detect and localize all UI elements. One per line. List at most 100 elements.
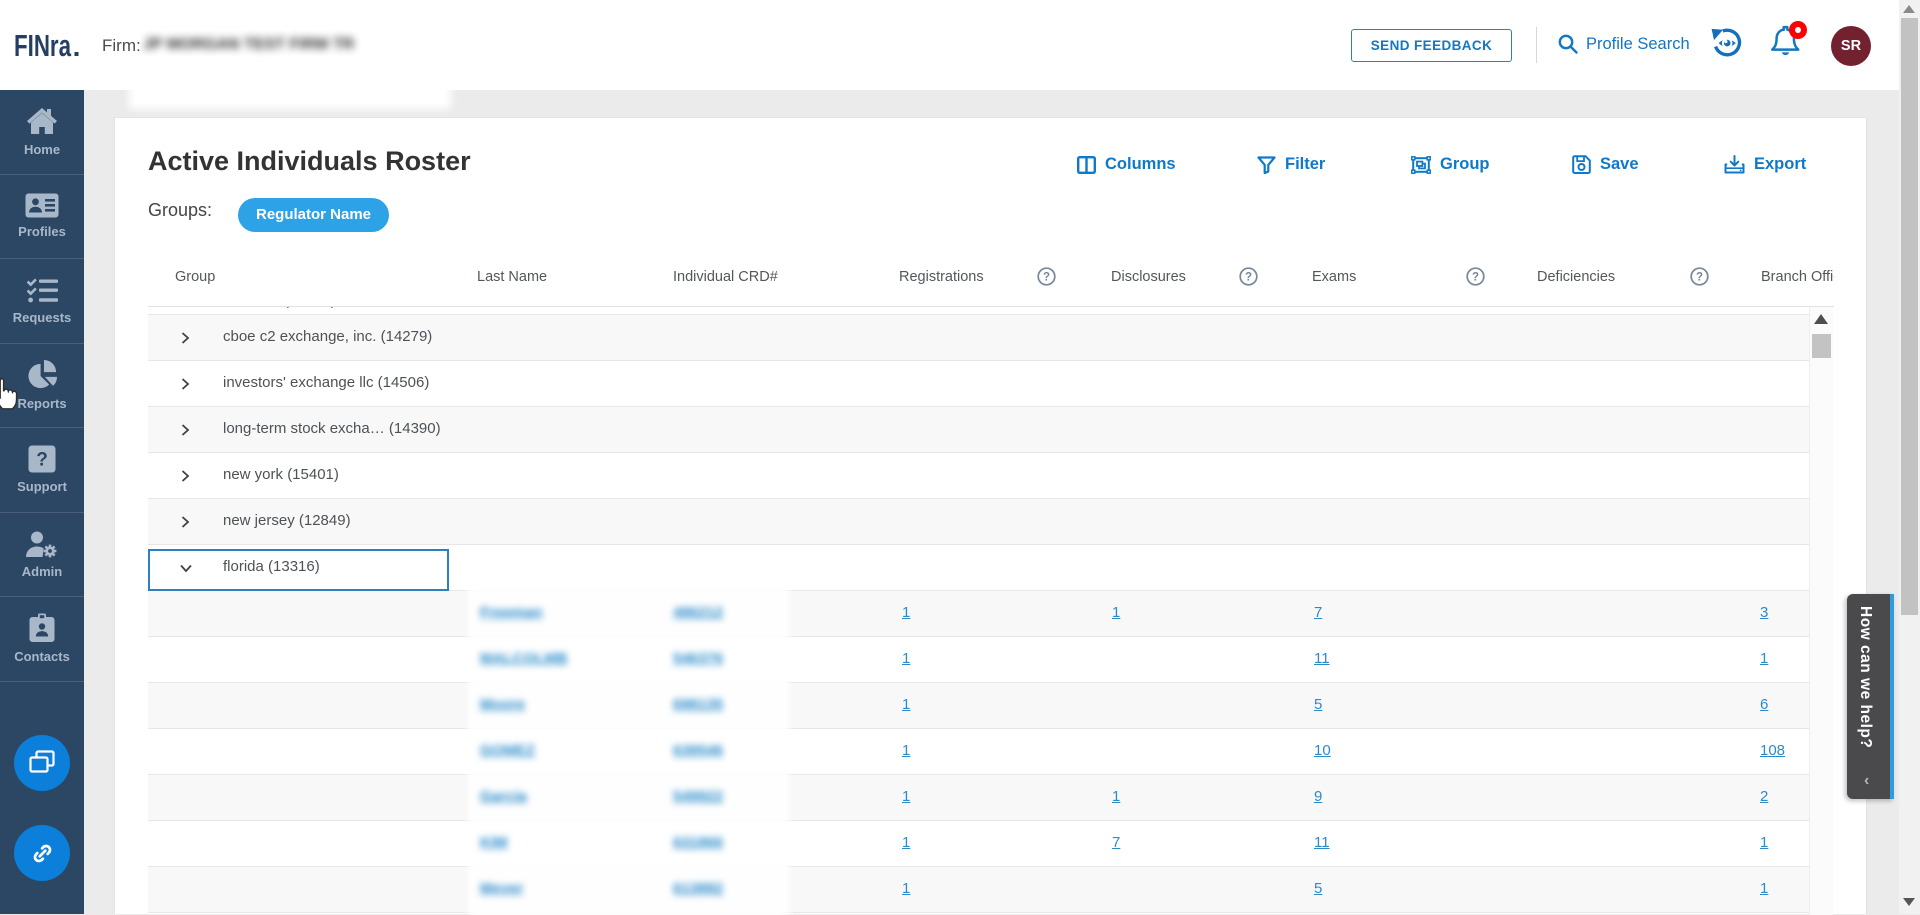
help-circle-icon[interactable]: ? [1466,267,1485,286]
branch-offices-link[interactable]: 3 [1760,604,1768,621]
group-row[interactable]: investors' exchange llc (14506) [148,361,1809,407]
chevron-right-icon[interactable] [179,470,191,482]
toolbar-filter-button[interactable]: Filter [1257,155,1325,174]
profile-search-button[interactable]: Profile Search [1557,33,1690,55]
person-row[interactable]: KIM63186617111 [148,821,1809,867]
question-square-icon: ? [28,445,56,473]
exams-link[interactable]: 10 [1314,742,1331,759]
toolbar-group-button[interactable]: Group [1411,155,1490,174]
sidebar-item-profiles[interactable]: Profiles [0,175,84,260]
sidebar-item-home[interactable]: Home [0,90,84,175]
help-circle-icon[interactable]: ? [1037,267,1056,286]
sidebar-item-support[interactable]: ?Support [0,428,84,513]
page-scroll-up-arrow[interactable] [1903,5,1915,13]
exams-link[interactable]: 11 [1314,834,1330,851]
registrations-link[interactable]: 1 [902,834,910,851]
group-row[interactable]: cboe c2 exchange, inc. (14279) [148,315,1809,361]
column-header-individual-crd-[interactable]: Individual CRD# [673,269,778,285]
branch-offices-link[interactable]: 108 [1760,742,1785,759]
sidebar-item-admin[interactable]: Admin [0,513,84,598]
chevron-right-icon[interactable] [179,332,191,344]
table-scrollbar[interactable] [1809,307,1833,915]
crd-link-redacted[interactable]: 631866 [673,834,723,851]
branch-offices-link[interactable]: 1 [1760,880,1768,897]
toolbar-save-button[interactable]: Save [1572,155,1639,174]
last-name-link-redacted[interactable]: GOMEZ [480,742,535,759]
person-row[interactable]: GOMEZ 639546 1 10 108 [148,729,1809,775]
table-scroll-up-arrow[interactable] [1814,314,1828,324]
registrations-link[interactable]: 1 [902,604,910,621]
registrations-link[interactable]: 1 [902,788,910,805]
branch-offices-link[interactable]: 1 [1760,650,1768,667]
branch-offices-link[interactable]: 2 [1760,788,1768,805]
toolbar-label: Export [1754,155,1806,174]
crd-link-redacted[interactable]: 486212 [673,604,723,621]
registrations-link[interactable]: 1 [902,742,910,759]
person-row[interactable]: MALCOLMB5463761111 [148,637,1809,683]
disclosures-link[interactable]: 1 [1112,604,1120,621]
chevron-right-icon[interactable] [179,378,191,390]
send-feedback-button[interactable]: SEND FEEDBACK [1351,29,1512,62]
person-row[interactable]: Freeman4862121173 [148,591,1809,637]
column-header-deficiencies[interactable]: Deficiencies [1537,269,1615,285]
table-scroll-thumb[interactable] [1812,334,1831,358]
registrations-link[interactable]: 1 [902,696,910,713]
column-header-disclosures[interactable]: Disclosures [1111,269,1186,285]
crd-link-redacted[interactable]: 639546 [673,742,723,759]
sidebar-action-link-icon[interactable] [14,825,70,881]
person-row[interactable]: Garcia 549922 1 1 9 2 [148,775,1809,821]
svg-text:?: ? [1696,272,1703,284]
exams-link[interactable]: 5 [1314,880,1322,897]
person-row[interactable]: Moore 698135 1 5 6 [148,683,1809,729]
chevron-right-icon[interactable] [179,424,191,436]
group-row-label: cboe c2 exchange, inc. (14279) [223,328,432,345]
last-name-link-redacted[interactable]: Moore [480,696,525,713]
toolbar-export-button[interactable]: Export [1724,155,1806,174]
registrations-link[interactable]: 1 [902,880,910,897]
registrations-link[interactable]: 1 [902,650,910,667]
column-header-branch-offices[interactable]: Branch Offices [1761,269,1834,285]
link-icon [29,840,56,867]
chevron-right-icon[interactable] [179,516,191,528]
table-row-partial[interactable]: (14424) [148,307,1809,315]
history-eye-icon [1710,25,1743,59]
column-header-registrations[interactable]: Registrations [899,269,984,285]
crd-link-redacted[interactable]: 549922 [673,788,723,805]
column-header-last-name[interactable]: Last Name [477,269,547,285]
exams-link[interactable]: 11 [1314,650,1330,667]
disclosures-link[interactable]: 1 [1112,788,1120,805]
group-row[interactable]: new york (15401) [148,453,1809,499]
group-row[interactable]: new jersey (12849) [148,499,1809,545]
last-name-link-redacted[interactable]: KIM [480,834,508,851]
column-header-group[interactable]: Group [175,269,215,285]
help-widget-tab[interactable]: How can we help? ‹ [1847,594,1894,799]
crd-link-redacted[interactable]: 698135 [673,696,723,713]
page-scrollbar[interactable] [1899,0,1920,914]
last-name-link-redacted[interactable]: Freeman [480,604,543,621]
crd-link-redacted[interactable]: 613882 [673,880,723,897]
exams-link[interactable]: 7 [1314,604,1322,621]
group-row[interactable]: long-term stock excha… (14390) [148,407,1809,453]
column-header-exams[interactable]: Exams [1312,269,1356,285]
exams-link[interactable]: 5 [1314,696,1322,713]
help-circle-icon[interactable]: ? [1690,267,1709,286]
exams-link[interactable]: 9 [1314,788,1322,805]
person-row[interactable]: Meyer 613882 1 5 1 [148,867,1809,913]
branch-offices-link[interactable]: 1 [1760,834,1768,851]
branch-offices-link[interactable]: 6 [1760,696,1768,713]
help-circle-icon[interactable]: ? [1239,267,1258,286]
recently-viewed-button[interactable] [1710,25,1743,59]
last-name-link-redacted[interactable]: Garcia [480,788,527,805]
toolbar-columns-button[interactable]: Columns [1077,155,1176,174]
page-scroll-thumb[interactable] [1901,18,1918,615]
last-name-link-redacted[interactable]: Meyer [480,880,523,897]
sidebar-action-windows-icon[interactable] [14,735,70,791]
last-name-link-redacted[interactable]: MALCOLMB [480,650,567,667]
group-chip-regulator-name[interactable]: Regulator Name [238,198,389,232]
avatar[interactable]: SR [1831,26,1871,66]
disclosures-link[interactable]: 7 [1112,834,1120,851]
sidebar-item-requests[interactable]: Requests [0,259,84,344]
page-scroll-down-arrow[interactable] [1903,898,1915,906]
sidebar-item-contacts[interactable]: Contacts [0,597,84,682]
crd-link-redacted[interactable]: 546376 [673,650,723,667]
